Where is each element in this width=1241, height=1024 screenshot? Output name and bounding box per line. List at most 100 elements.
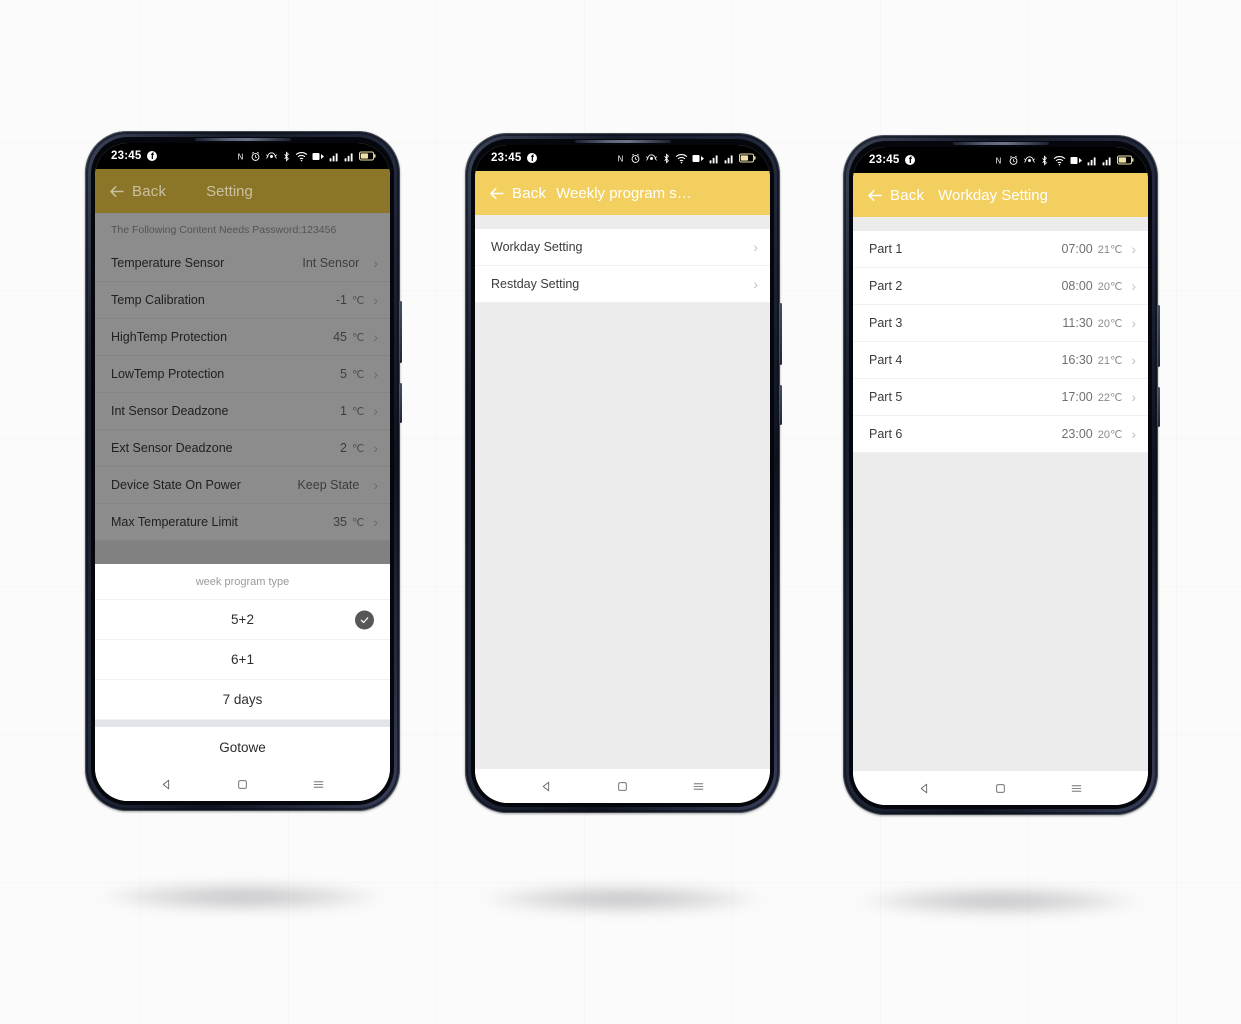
sheet-divider bbox=[95, 720, 390, 727]
earpiece-speaker bbox=[574, 140, 671, 143]
table-row[interactable]: Part 4 16:30 21℃ › bbox=[853, 342, 1148, 379]
back-arrow-icon[interactable] bbox=[487, 184, 506, 203]
chevron-right-icon: › bbox=[1131, 426, 1136, 442]
option-item[interactable]: 7 days bbox=[95, 680, 390, 720]
parts-list: Part 1 07:00 21℃ › Part 2 08:00 20℃ › Part 3… bbox=[853, 231, 1148, 453]
signal-1-icon bbox=[709, 154, 718, 163]
earpiece-speaker bbox=[194, 138, 291, 141]
power-button[interactable] bbox=[399, 383, 402, 423]
power-button[interactable] bbox=[1157, 387, 1160, 427]
back-arrow-icon[interactable] bbox=[865, 186, 884, 205]
home-square-icon[interactable] bbox=[616, 780, 629, 793]
location-icon bbox=[266, 151, 277, 159]
volte-icon bbox=[692, 154, 704, 162]
table-row[interactable]: Part 3 11:30 20℃ › bbox=[853, 305, 1148, 342]
chevron-right-icon: › bbox=[1131, 389, 1136, 405]
phone-weekly: 23:45 f N Back Weekly program s… Workday… bbox=[465, 133, 782, 813]
menu-lines-icon[interactable] bbox=[312, 778, 325, 791]
chevron-right-icon: › bbox=[753, 276, 758, 292]
phone-screen-2: 23:45 f N Back Weekly program s… Workday… bbox=[475, 145, 770, 803]
option-item[interactable]: 6+1 bbox=[95, 640, 390, 680]
navigation-bar bbox=[475, 769, 770, 803]
status-bar: 23:45 f N bbox=[95, 143, 390, 169]
facebook-icon: f bbox=[147, 151, 158, 161]
settings-content: The Following Content Needs Password:123… bbox=[95, 213, 390, 767]
chevron-right-icon: › bbox=[1131, 352, 1136, 368]
menu-lines-icon[interactable] bbox=[1070, 782, 1083, 795]
option-item[interactable]: 5+2 bbox=[95, 600, 390, 640]
back-label[interactable]: Back bbox=[890, 187, 924, 204]
row-label: Part 5 bbox=[869, 390, 903, 404]
wifi-icon bbox=[675, 153, 688, 163]
status-time: 23:45 bbox=[491, 152, 522, 164]
list-item[interactable]: Restday Setting › bbox=[475, 266, 770, 303]
wifi-icon bbox=[295, 151, 308, 161]
signal-2-icon bbox=[724, 154, 733, 163]
row-time: 07:00 bbox=[1061, 242, 1093, 256]
page-title: Workday Setting bbox=[938, 186, 1048, 204]
check-icon bbox=[355, 610, 374, 629]
phone-shadow-1 bbox=[97, 882, 387, 912]
table-row[interactable]: Part 6 23:00 20℃ › bbox=[853, 416, 1148, 453]
alarm-icon bbox=[631, 153, 640, 163]
chevron-right-icon: › bbox=[1131, 241, 1136, 257]
menu-lines-icon[interactable] bbox=[692, 780, 705, 793]
chevron-right-icon: › bbox=[753, 239, 758, 255]
row-time: 17:00 bbox=[1061, 390, 1093, 404]
back-label[interactable]: Back bbox=[512, 185, 546, 202]
back-triangle-icon[interactable] bbox=[918, 782, 931, 795]
battery-icon bbox=[1117, 155, 1134, 165]
bluetooth-icon bbox=[1042, 154, 1047, 166]
facebook-icon: f bbox=[905, 155, 916, 165]
back-triangle-icon[interactable] bbox=[540, 780, 553, 793]
row-time: 11:30 bbox=[1062, 316, 1093, 330]
row-label: Part 4 bbox=[869, 353, 903, 367]
row-temp: 20℃ bbox=[1097, 428, 1123, 441]
option-label: 7 days bbox=[222, 692, 263, 707]
location-icon bbox=[1024, 155, 1035, 163]
row-label: Part 3 bbox=[869, 316, 903, 330]
volte-icon bbox=[312, 152, 324, 160]
weekly-content: Workday Setting › Restday Setting › bbox=[475, 215, 770, 769]
volume-button[interactable] bbox=[779, 303, 782, 365]
svg-text:N: N bbox=[618, 154, 624, 163]
table-row[interactable]: Part 5 17:00 22℃ › bbox=[853, 379, 1148, 416]
phone-shadow-2 bbox=[477, 884, 767, 914]
home-square-icon[interactable] bbox=[236, 778, 249, 791]
status-bar: 23:45 f N bbox=[853, 147, 1148, 173]
page-title: Setting bbox=[206, 182, 253, 200]
phone-mockup-stage: 23:45 f N Back Setting The Following Con… bbox=[0, 0, 1241, 1024]
table-row[interactable]: Part 2 08:00 20℃ › bbox=[853, 268, 1148, 305]
row-label: Part 2 bbox=[869, 279, 903, 293]
chevron-right-icon: › bbox=[1131, 278, 1136, 294]
battery-icon bbox=[739, 153, 756, 163]
phone-screen-1: 23:45 f N Back Setting The Following Con… bbox=[95, 143, 390, 801]
phone-screen-3: 23:45 f N Back Workday Setting Part 1 07… bbox=[853, 147, 1148, 805]
nfc-icon: N bbox=[238, 152, 244, 161]
signal-2-icon bbox=[344, 152, 353, 161]
week-program-sheet: week program type 5+2 6+1 7 days Gotowe bbox=[95, 564, 390, 767]
row-time: 08:00 bbox=[1061, 279, 1093, 293]
volume-button[interactable] bbox=[399, 301, 402, 363]
content-spacer bbox=[853, 217, 1148, 231]
app-bar: Back Weekly program s… bbox=[475, 171, 770, 215]
volume-button[interactable] bbox=[1157, 305, 1160, 367]
row-label: Restday Setting bbox=[491, 277, 580, 291]
chevron-right-icon: › bbox=[1131, 315, 1136, 331]
row-temp: 20℃ bbox=[1097, 280, 1123, 293]
back-arrow-icon[interactable] bbox=[107, 182, 126, 201]
back-triangle-icon[interactable] bbox=[160, 778, 173, 791]
location-icon bbox=[646, 153, 657, 161]
table-row[interactable]: Part 1 07:00 21℃ › bbox=[853, 231, 1148, 268]
list-item[interactable]: Workday Setting › bbox=[475, 229, 770, 266]
volte-icon bbox=[1070, 156, 1082, 164]
power-button[interactable] bbox=[779, 385, 782, 425]
alarm-icon bbox=[251, 151, 260, 161]
done-button[interactable]: Gotowe bbox=[95, 727, 390, 767]
workday-content: Part 1 07:00 21℃ › Part 2 08:00 20℃ › Part 3… bbox=[853, 217, 1148, 771]
row-label: Part 6 bbox=[869, 427, 903, 441]
home-square-icon[interactable] bbox=[994, 782, 1007, 795]
back-label[interactable]: Back bbox=[132, 183, 166, 200]
battery-icon bbox=[359, 151, 376, 161]
weekly-list: Workday Setting › Restday Setting › bbox=[475, 229, 770, 303]
